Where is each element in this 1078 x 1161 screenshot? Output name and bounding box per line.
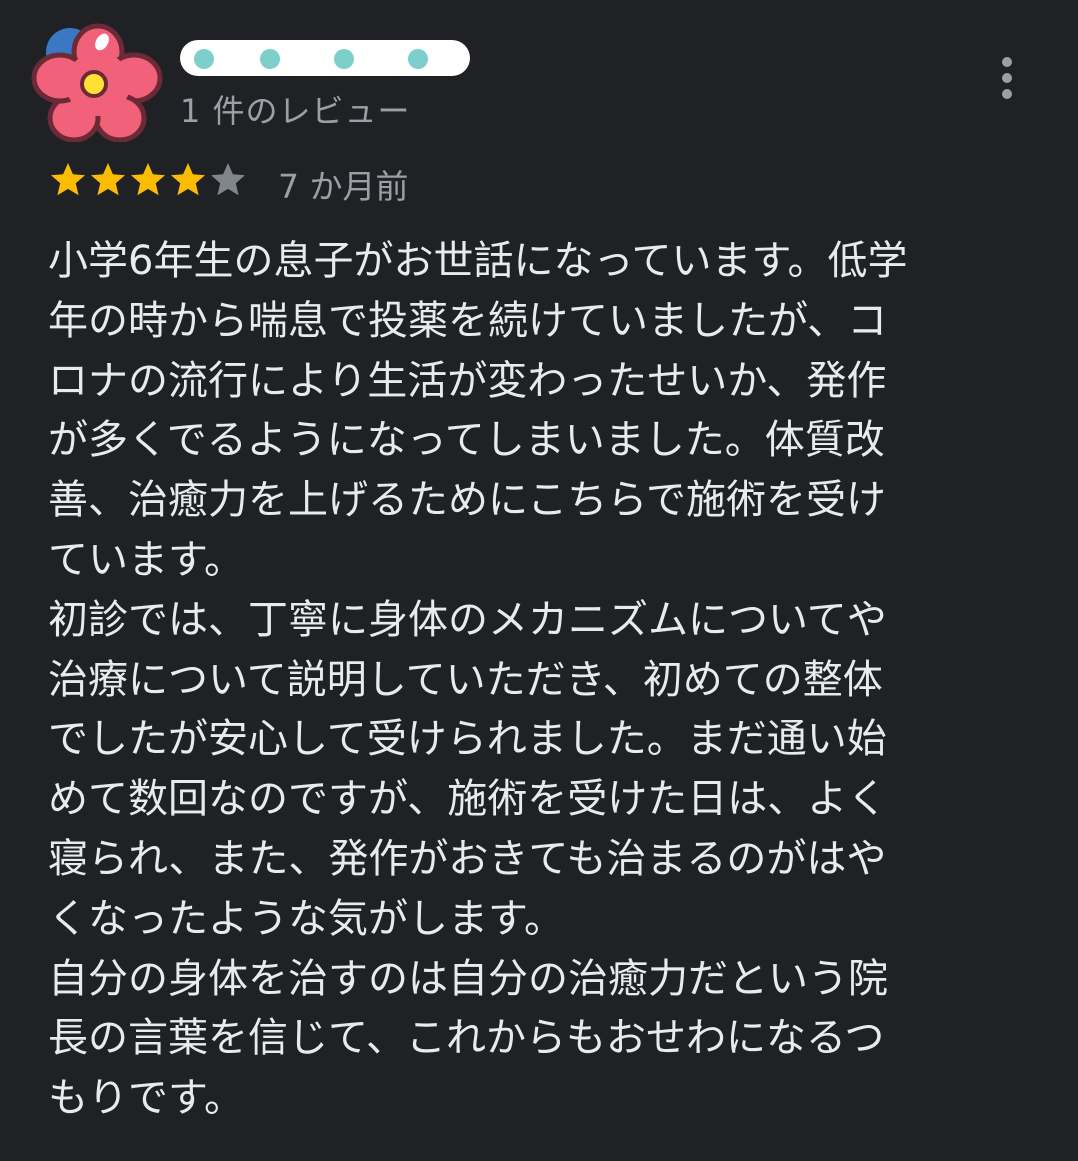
- review-text: 小学6年生の息子がお世話になっています。低学 年の時から喘息で投薬を続けていました…: [48, 232, 968, 1129]
- star-filled-icon: [131, 163, 165, 196]
- more-dot: [1002, 89, 1012, 99]
- review-text-line: 自分の身体を治すのは自分の治癒力だという院: [48, 955, 888, 1002]
- review-date: 7 か月前: [278, 167, 409, 206]
- reviewer-name-redacted[interactable]: [180, 40, 470, 76]
- review-text-line: もりです。: [48, 1075, 244, 1122]
- review-text-line: 善、治癒力を上げるためにこちらで施術を受け: [48, 477, 886, 524]
- more-vert-icon[interactable]: [990, 52, 1024, 104]
- reviewer-review-count: 1 件のレビュー: [180, 92, 411, 130]
- star-filled-icon: [51, 163, 85, 196]
- star-filled-icon: [91, 163, 125, 196]
- review-text-line: くなったような気がします。: [48, 895, 564, 942]
- flower-avatar-icon: [31, 23, 163, 143]
- review-text-line: ロナの流行により生活が変わったせいか、発作: [48, 357, 887, 404]
- redaction-dot: [194, 49, 214, 69]
- review-text-line: が多くでるようになってしまいました。体質改: [48, 417, 885, 464]
- review-text-line: でしたが安心して受けられました。まだ通い始: [48, 716, 887, 763]
- review-card: 1 件のレビュー 7 か月前 小学6年生の息子がお世話になっています。低学 年の時…: [0, 0, 1078, 1161]
- review-text-line: 小学6年生の息子がお世話になっています。低学: [48, 238, 908, 284]
- review-text-line: ています。: [48, 536, 244, 583]
- star-rating: [48, 158, 248, 202]
- star-filled-icon: [171, 163, 205, 196]
- review-text-line: 長の言葉を信じて、これからもおせわになるつ: [48, 1015, 885, 1062]
- star-empty-icon: [211, 163, 245, 196]
- avatar[interactable]: [30, 22, 166, 143]
- review-text-line: 寝られ、また、発作がおきても治まるのがはや: [48, 835, 887, 882]
- redaction-dot: [334, 49, 354, 69]
- review-text-line: 年の時から喘息で投薬を続けていましたが、コ: [48, 297, 888, 344]
- more-dot: [1002, 73, 1012, 83]
- review-text-line: 治療について説明していただき、初めての整体: [48, 656, 883, 703]
- more-dot: [1002, 57, 1012, 67]
- redaction-dot: [408, 49, 428, 69]
- redaction-dot: [260, 49, 280, 69]
- review-text-line: めて数回なのですが、施術を受けた日は、よく: [48, 776, 888, 823]
- review-text-line: 初診では、丁寧に身体のメカニズムについてや: [48, 596, 887, 643]
